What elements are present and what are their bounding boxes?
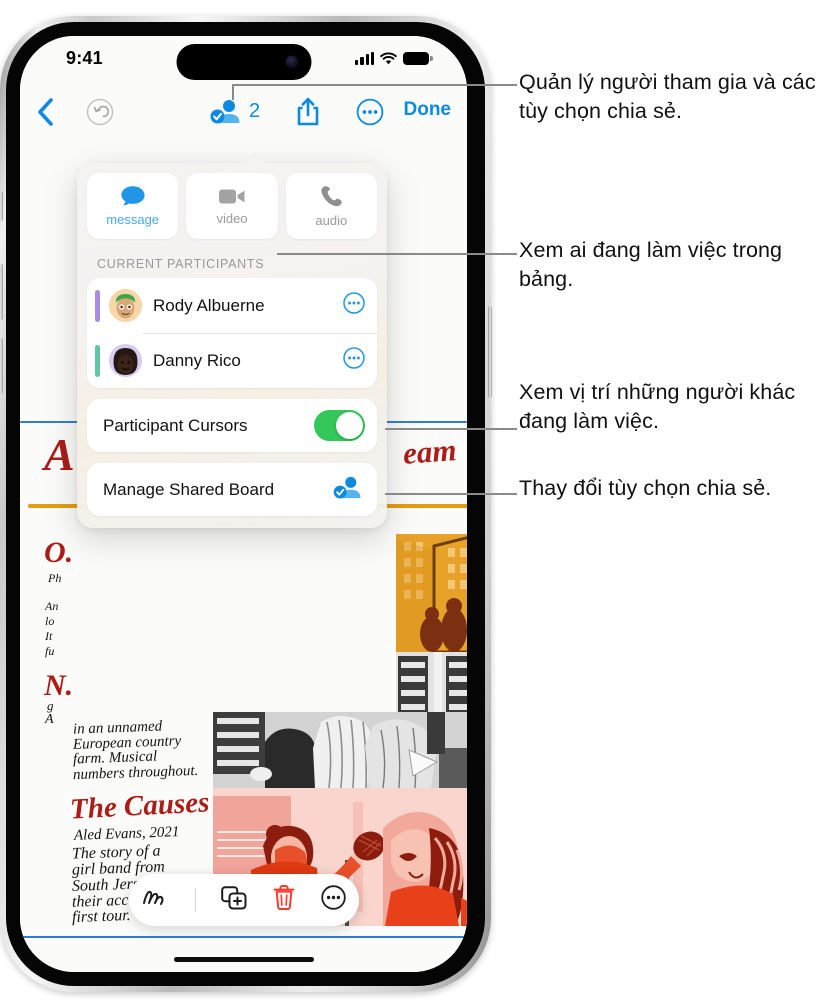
more-options-button[interactable] (356, 98, 384, 131)
volume-up-button[interactable] (0, 264, 3, 320)
ellipsis-circle-icon (356, 98, 384, 126)
add-card-icon (221, 885, 247, 909)
manage-shared-board-row[interactable]: Manage Shared Board (87, 463, 377, 516)
share-button[interactable] (296, 96, 320, 133)
handwriting-note: first tour. (71, 906, 131, 927)
handwriting-note: It (45, 629, 53, 643)
status-indicators (355, 52, 433, 65)
insert-tool-button[interactable] (221, 885, 247, 915)
participant-cursors-row[interactable]: Participant Cursors (87, 399, 377, 452)
participants-badge-icon (210, 100, 240, 124)
silent-switch[interactable] (0, 191, 3, 221)
callout-see-who: Xem ai đang làm việc trong bảng. (519, 238, 783, 291)
manage-shared-board-label: Manage Shared Board (103, 479, 275, 499)
front-camera-icon (285, 55, 298, 69)
avatar (109, 344, 142, 377)
undo-button[interactable] (86, 98, 114, 131)
video-camera-icon (218, 189, 245, 203)
phone-handset-icon (321, 185, 342, 206)
volume-down-button[interactable] (0, 338, 3, 394)
handwriting-note: numbers throughout. (72, 762, 199, 784)
wifi-icon (380, 52, 397, 65)
dynamic-island (176, 44, 311, 80)
more-tool-button[interactable] (320, 885, 346, 915)
toolbar-divider (194, 888, 196, 912)
manage-shared-board-icon-wrap (333, 475, 363, 504)
board-image-street[interactable] (396, 534, 467, 652)
contact-modes-row: message video audio (87, 173, 377, 239)
board-divider-bottom (20, 936, 467, 938)
delete-tool-button[interactable] (273, 885, 295, 915)
status-time: 9:41 (66, 48, 103, 68)
handwriting-title: The Causes (69, 786, 211, 826)
handwriting-note: A (44, 429, 75, 480)
status-bar: 9:41 (20, 36, 467, 88)
leader-line-2 (277, 253, 517, 255)
ellipsis-circle-icon (343, 347, 365, 369)
participant-row[interactable]: Danny Rico (87, 333, 377, 388)
battery-icon (403, 52, 433, 65)
mode-video-label: video (216, 210, 248, 226)
phone-screen: A eam O. Ph An lo It fu N. g A in an unn… (20, 36, 467, 972)
draw-tool-button[interactable] (141, 887, 169, 914)
message-bubble-icon (121, 186, 145, 206)
participants-count: 2 (249, 99, 261, 122)
callout-change-sharing: Thay đổi tùy chọn chia sẻ. (519, 476, 772, 500)
handwriting-note: An (45, 599, 59, 613)
mode-audio-button[interactable]: audio (285, 173, 377, 239)
ellipsis-circle-icon (320, 885, 346, 910)
iphone-frame: A eam O. Ph An lo It fu N. g A in an unn… (0, 16, 492, 992)
participant-cursors-label: Participant Cursors (103, 415, 248, 435)
back-button[interactable] (36, 96, 64, 128)
share-icon (297, 97, 319, 126)
callout-see-where: Xem vị trí những người khác đang làm việ… (519, 380, 796, 433)
board-image-people-bw[interactable] (213, 712, 467, 788)
home-indicator[interactable] (173, 957, 314, 962)
handwriting-note: Ph (48, 571, 62, 585)
handwriting-note: eam (401, 432, 458, 471)
chevron-left-icon (38, 98, 53, 126)
participant-more-button[interactable] (343, 347, 365, 374)
mode-message-button[interactable]: message (87, 173, 179, 239)
participant-color-bar (95, 289, 100, 322)
undo-icon (86, 98, 114, 126)
done-button[interactable]: Done (404, 99, 452, 121)
participant-name: Rody Albuerne (153, 295, 265, 315)
ellipsis-circle-icon (343, 292, 365, 314)
participant-name: Danny Rico (153, 350, 241, 370)
mode-message-label: message (106, 212, 160, 227)
navigation-bar: 2 Done (20, 88, 467, 138)
participants-list: Rody Albuerne Danny Rico (87, 278, 377, 388)
handwriting-note: A (45, 712, 54, 727)
section-header-current-participants: CURRENT PARTICIPANTS (97, 257, 265, 271)
participant-color-bar (95, 344, 100, 377)
leader-line-4 (385, 493, 517, 495)
leader-line-1-horizontal (232, 84, 517, 86)
handwriting-note: Aled Evans, 2021 (73, 824, 180, 844)
power-button[interactable] (488, 306, 492, 398)
mode-audio-label: audio (315, 212, 348, 228)
mode-video-button[interactable]: video (186, 173, 278, 239)
participants-badge-icon (333, 476, 361, 499)
leader-line-3 (385, 428, 517, 430)
handwriting-note: O. (44, 536, 74, 569)
scribble-pen-icon (143, 890, 164, 905)
screenshot-stage: A eam O. Ph An lo It fu N. g A in an unn… (0, 0, 825, 1008)
signal-bars-icon (355, 52, 374, 65)
participant-more-button[interactable] (343, 292, 365, 319)
handwriting-note: lo (45, 614, 55, 628)
leader-line-1-vertical (232, 84, 234, 100)
share-popover: message video audio CURRENT PARTICIPANTS… (77, 152, 387, 528)
participant-row[interactable]: Rody Albuerne (87, 278, 377, 333)
board-toolbar (128, 874, 359, 926)
callout-manage-participants: Quản lý người tham gia và các tùy chọn c… (519, 70, 816, 123)
handwriting-note: fu (45, 644, 55, 658)
participants-button[interactable]: 2 (210, 98, 260, 124)
avatar (109, 289, 142, 322)
trash-icon (273, 885, 295, 911)
participant-cursors-toggle[interactable] (314, 410, 365, 441)
